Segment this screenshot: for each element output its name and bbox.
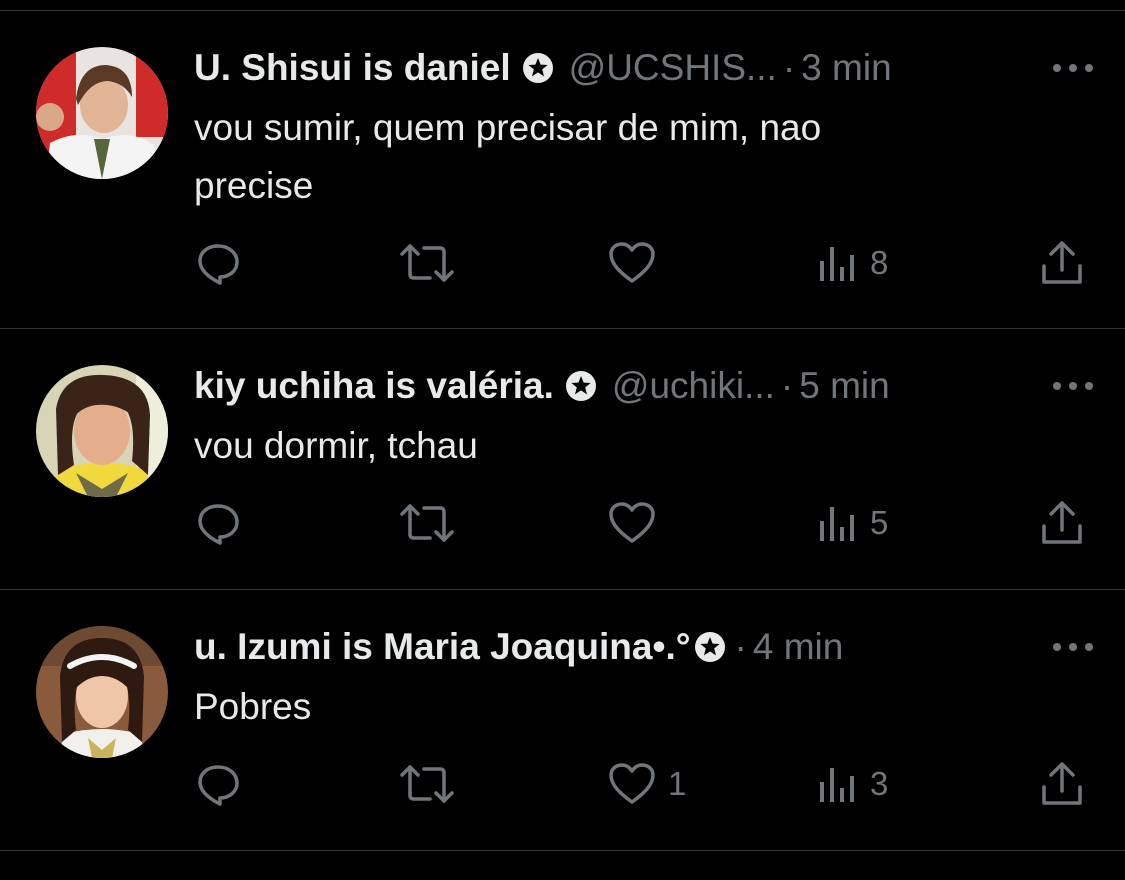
tweet-text-line: Pobres bbox=[194, 686, 312, 727]
divider bbox=[0, 850, 1125, 851]
share-button[interactable] bbox=[1040, 499, 1084, 547]
more-icon[interactable] bbox=[1049, 58, 1097, 78]
views-icon bbox=[820, 768, 854, 802]
more-icon[interactable] bbox=[1049, 376, 1097, 396]
tweet-2[interactable]: kiy uchiha is valéria. @uchiki... · 5 mi… bbox=[0, 329, 1125, 589]
views-count: 8 bbox=[870, 244, 889, 281]
like-count: 1 bbox=[668, 765, 687, 802]
share-icon bbox=[1042, 501, 1082, 544]
tweet-text-line: precise bbox=[194, 165, 314, 206]
display-name[interactable]: u. Izumi is Maria Joaquina•.° bbox=[194, 622, 691, 672]
tweet-text-line: vou sumir, quem precisar de mim, nao bbox=[194, 107, 822, 148]
reply-icon bbox=[198, 244, 239, 285]
like-button[interactable]: 1 bbox=[608, 760, 686, 808]
share-button[interactable] bbox=[1040, 760, 1084, 808]
timestamp[interactable]: 3 min bbox=[801, 43, 891, 93]
user-handle[interactable]: @uchiki... bbox=[612, 361, 775, 411]
share-button[interactable] bbox=[1040, 239, 1084, 287]
like-icon bbox=[609, 242, 655, 283]
tweet-1[interactable]: U. Shisui is daniel @UCSHIS... · 3 min v… bbox=[0, 11, 1125, 285]
share-icon bbox=[1042, 762, 1082, 805]
views-count: 3 bbox=[870, 765, 889, 802]
retweet-button[interactable] bbox=[400, 760, 454, 808]
reply-button[interactable] bbox=[196, 239, 242, 287]
views-icon bbox=[820, 247, 854, 281]
separator-dot: · bbox=[734, 626, 747, 667]
tweet-text: vou dormir, tchau bbox=[194, 417, 1014, 475]
tweet-header: U. Shisui is daniel @UCSHIS... · 3 min bbox=[194, 43, 1005, 93]
avatar[interactable] bbox=[36, 626, 168, 758]
tweet-text: vou sumir, quem precisar de mim, nao pre… bbox=[194, 99, 1014, 215]
retweet-button[interactable] bbox=[400, 239, 454, 287]
views-count: 5 bbox=[870, 504, 889, 541]
verified-badge-icon bbox=[694, 632, 725, 662]
like-button[interactable] bbox=[608, 499, 656, 547]
views-icon bbox=[820, 507, 854, 541]
action-bar: 5 bbox=[0, 499, 1125, 547]
reply-icon bbox=[198, 765, 239, 806]
tweet-header: kiy uchiha is valéria. @uchiki... · 5 mi… bbox=[194, 361, 1005, 411]
retweet-icon bbox=[400, 765, 454, 803]
views-button[interactable]: 5 bbox=[818, 499, 888, 547]
display-name[interactable]: kiy uchiha is valéria. bbox=[194, 361, 554, 411]
action-bar: 1 3 bbox=[0, 760, 1125, 808]
retweet-icon bbox=[400, 504, 454, 542]
avatar[interactable] bbox=[36, 47, 168, 179]
tweet-text: Pobres bbox=[194, 678, 1014, 736]
tweet-3[interactable]: u. Izumi is Maria Joaquina•.° · 4 min Po… bbox=[0, 590, 1125, 850]
tweet-text-line: vou dormir, tchau bbox=[194, 425, 478, 466]
verified-badge-icon bbox=[522, 53, 553, 83]
retweet-button[interactable] bbox=[400, 499, 454, 547]
tweet-header: u. Izumi is Maria Joaquina•.° · 4 min bbox=[194, 622, 1005, 672]
action-bar: 8 bbox=[0, 239, 1125, 287]
timestamp[interactable]: 4 min bbox=[753, 622, 843, 672]
like-icon bbox=[609, 502, 655, 543]
avatar[interactable] bbox=[36, 365, 168, 497]
user-handle[interactable]: @UCSHIS... bbox=[569, 43, 777, 93]
retweet-icon bbox=[400, 244, 454, 282]
separator-dot: · bbox=[780, 365, 794, 406]
views-button[interactable]: 3 bbox=[818, 760, 888, 808]
reply-button[interactable] bbox=[196, 760, 242, 808]
like-icon bbox=[609, 763, 655, 804]
more-icon[interactable] bbox=[1049, 637, 1097, 657]
separator-dot: · bbox=[782, 47, 796, 88]
reply-icon bbox=[198, 504, 239, 545]
like-button[interactable] bbox=[608, 239, 656, 287]
display-name[interactable]: U. Shisui is daniel bbox=[194, 43, 511, 93]
timeline-feed: U. Shisui is daniel @UCSHIS... · 3 min v… bbox=[0, 0, 1125, 880]
verified-badge-icon bbox=[565, 371, 596, 401]
reply-button[interactable] bbox=[196, 499, 242, 547]
share-icon bbox=[1042, 241, 1082, 284]
timestamp[interactable]: 5 min bbox=[799, 361, 889, 411]
views-button[interactable]: 8 bbox=[818, 239, 888, 287]
